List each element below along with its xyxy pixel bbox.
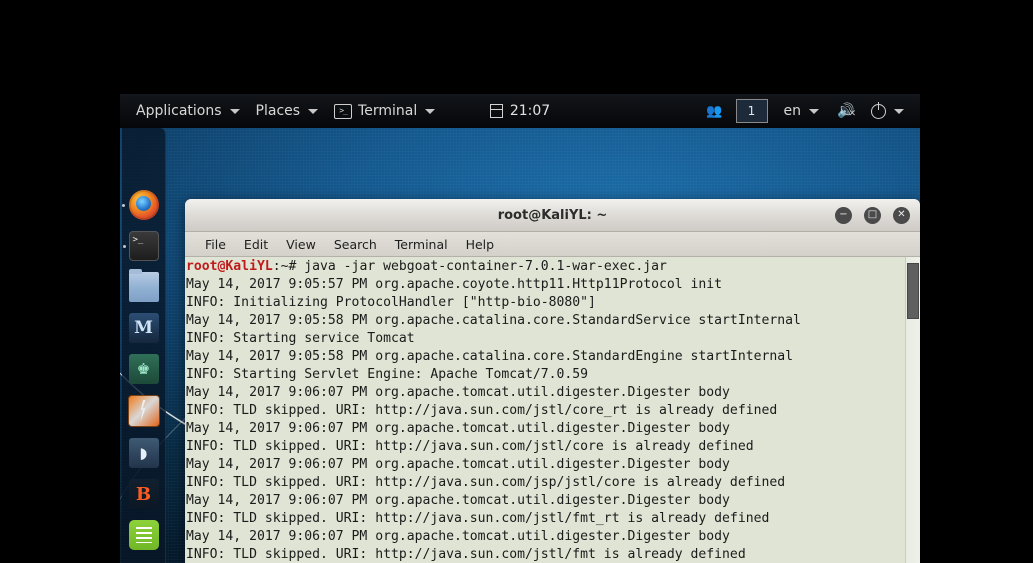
chevron-down-icon <box>308 108 319 114</box>
application-dock: Firefox ESR >_ Files M ♚ Armitage ◗ B <box>121 128 166 563</box>
clock-applet[interactable]: 21:07 <box>484 103 556 119</box>
workspace-number: 1 <box>747 104 756 118</box>
terminal-prompt-icon: >_ <box>334 103 353 119</box>
terminal-line: INFO: TLD skipped. URI: http://java.sun.… <box>186 403 778 418</box>
menu-view[interactable]: View <box>277 235 325 254</box>
terminal-line: INFO: TLD skipped. URI: http://java.sun.… <box>186 475 786 490</box>
keyboard-layout-label: en <box>783 103 802 119</box>
dock-item-maltego[interactable]: ♚ <box>128 354 159 384</box>
terminal-body[interactable]: root@KaliYL:~# java -jar webgoat-contain… <box>185 257 920 563</box>
running-indicator-dot <box>122 244 126 248</box>
terminal-prompt-icon: >_ <box>132 235 144 245</box>
terminal-scrollbar[interactable] <box>905 257 920 563</box>
volume-applet[interactable]: 🔊 ✕ <box>829 98 861 124</box>
dock-item-files[interactable]: Files <box>128 269 159 302</box>
places-menu-label: Places <box>255 103 301 119</box>
places-menu[interactable]: Places <box>248 98 327 124</box>
menu-file[interactable]: File <box>196 235 235 254</box>
power-icon <box>871 101 886 119</box>
clock-label: 21:07 <box>509 103 551 119</box>
screen: Applications Places >_ Terminal 21:07 👥 … <box>0 0 1033 563</box>
running-indicator-dot <box>121 203 125 207</box>
keyboard-layout-menu[interactable]: en <box>776 98 828 124</box>
terminal-prompt-line: root@KaliYL:~# java -jar webgoat-contain… <box>186 258 905 276</box>
chevron-down-icon <box>229 108 240 114</box>
terminal-line: May 14, 2017 9:05:58 PM org.apache.catal… <box>186 313 801 328</box>
terminal-prompt-symbol: :~# <box>272 259 305 274</box>
terminal-line: May 14, 2017 9:05:57 PM org.apache.coyot… <box>186 277 723 292</box>
menu-terminal[interactable]: Terminal <box>386 235 457 254</box>
terminal-output[interactable]: root@KaliYL:~# java -jar webgoat-contain… <box>185 257 905 563</box>
dock-item-leafpad[interactable]: Leafpad <box>128 520 159 550</box>
terminal-line: INFO: TLD skipped. URI: http://java.sun.… <box>186 547 746 562</box>
dock-item-armitage[interactable]: Armitage <box>127 395 160 427</box>
power-menu[interactable] <box>863 98 912 124</box>
terminal-prompt-user: root@KaliYL <box>186 259 273 274</box>
chevron-down-icon <box>894 108 904 114</box>
dock-item-armitage-label: Armitage <box>143 411 144 412</box>
workspace-switcher[interactable]: 1 <box>735 99 768 123</box>
terminal-line: INFO: TLD skipped. URI: http://java.sun.… <box>186 439 754 454</box>
scrollbar-thumb[interactable] <box>907 263 919 319</box>
applications-menu-label: Applications <box>136 103 222 119</box>
dock-item-burpsuite[interactable]: B <box>128 479 159 509</box>
top-panel: Applications Places >_ Terminal 21:07 👥 … <box>120 94 920 128</box>
terminal-window: root@KaliYL: ~ − □ ✕ File Edit View Sear… <box>185 199 920 563</box>
dock-item-firefox-label: Firefox ESR <box>143 205 144 206</box>
users-icon[interactable]: 👥 <box>699 104 727 119</box>
menu-edit[interactable]: Edit <box>235 235 277 254</box>
dock-item-metasploit[interactable]: M <box>128 313 159 343</box>
terminal-line: May 14, 2017 9:06:07 PM org.apache.tomca… <box>186 421 730 436</box>
terminal-line: INFO: Initializing ProtocolHandler ["htt… <box>186 295 596 310</box>
dock-item-leafpad-label: Leafpad <box>143 535 144 536</box>
terminal-window-menu-label: Terminal <box>358 103 418 119</box>
speaker-muted-icon: 🔊 ✕ <box>837 103 856 119</box>
maltego-icon: ♚ <box>136 360 151 378</box>
burpsuite-icon: B <box>135 483 152 505</box>
wireshark-fin-icon: ◗ <box>139 444 148 462</box>
terminal-line: May 14, 2017 9:06:07 PM org.apache.tomca… <box>186 385 730 400</box>
terminal-line: May 14, 2017 9:06:07 PM org.apache.tomca… <box>186 493 730 508</box>
chevron-down-icon <box>425 108 436 114</box>
terminal-line: May 14, 2017 9:06:07 PM org.apache.tomca… <box>186 529 730 544</box>
calendar-icon <box>489 104 503 118</box>
terminal-line: May 14, 2017 9:05:58 PM org.apache.catal… <box>186 349 793 364</box>
dock-item-firefox[interactable]: Firefox ESR <box>121 190 159 220</box>
window-controls: − □ ✕ <box>835 199 910 231</box>
terminal-window-menu[interactable]: >_ Terminal <box>326 98 443 124</box>
dock-item-terminal[interactable]: >_ <box>122 231 159 261</box>
terminal-line: May 14, 2017 9:06:07 PM org.apache.tomca… <box>186 457 730 472</box>
minimize-button[interactable]: − <box>835 206 852 224</box>
metasploit-m-icon: M <box>134 318 153 338</box>
terminal-line: INFO: Starting Servlet Engine: Apache To… <box>186 367 589 382</box>
terminal-menu-bar: File Edit View Search Terminal Help <box>185 232 920 257</box>
terminal-line: INFO: Starting service Tomcat <box>186 331 415 346</box>
applications-menu[interactable]: Applications <box>128 98 248 124</box>
window-title: root@KaliYL: ~ <box>497 207 608 223</box>
panel-status-area: 👥 1 en 🔊 ✕ <box>699 98 912 124</box>
menu-help[interactable]: Help <box>457 235 504 254</box>
terminal-line: INFO: TLD skipped. URI: http://java.sun.… <box>186 511 770 526</box>
terminal-title-bar[interactable]: root@KaliYL: ~ − □ ✕ <box>185 199 920 232</box>
menu-search[interactable]: Search <box>325 235 386 254</box>
close-button[interactable]: ✕ <box>893 206 910 224</box>
terminal-command: java -jar webgoat-container-7.0.1-war-ex… <box>304 259 667 274</box>
dock-item-wireshark[interactable]: ◗ <box>128 438 159 468</box>
chevron-down-icon <box>809 108 819 114</box>
maximize-button[interactable]: □ <box>864 206 881 224</box>
dock-item-files-label: Files <box>143 287 144 288</box>
